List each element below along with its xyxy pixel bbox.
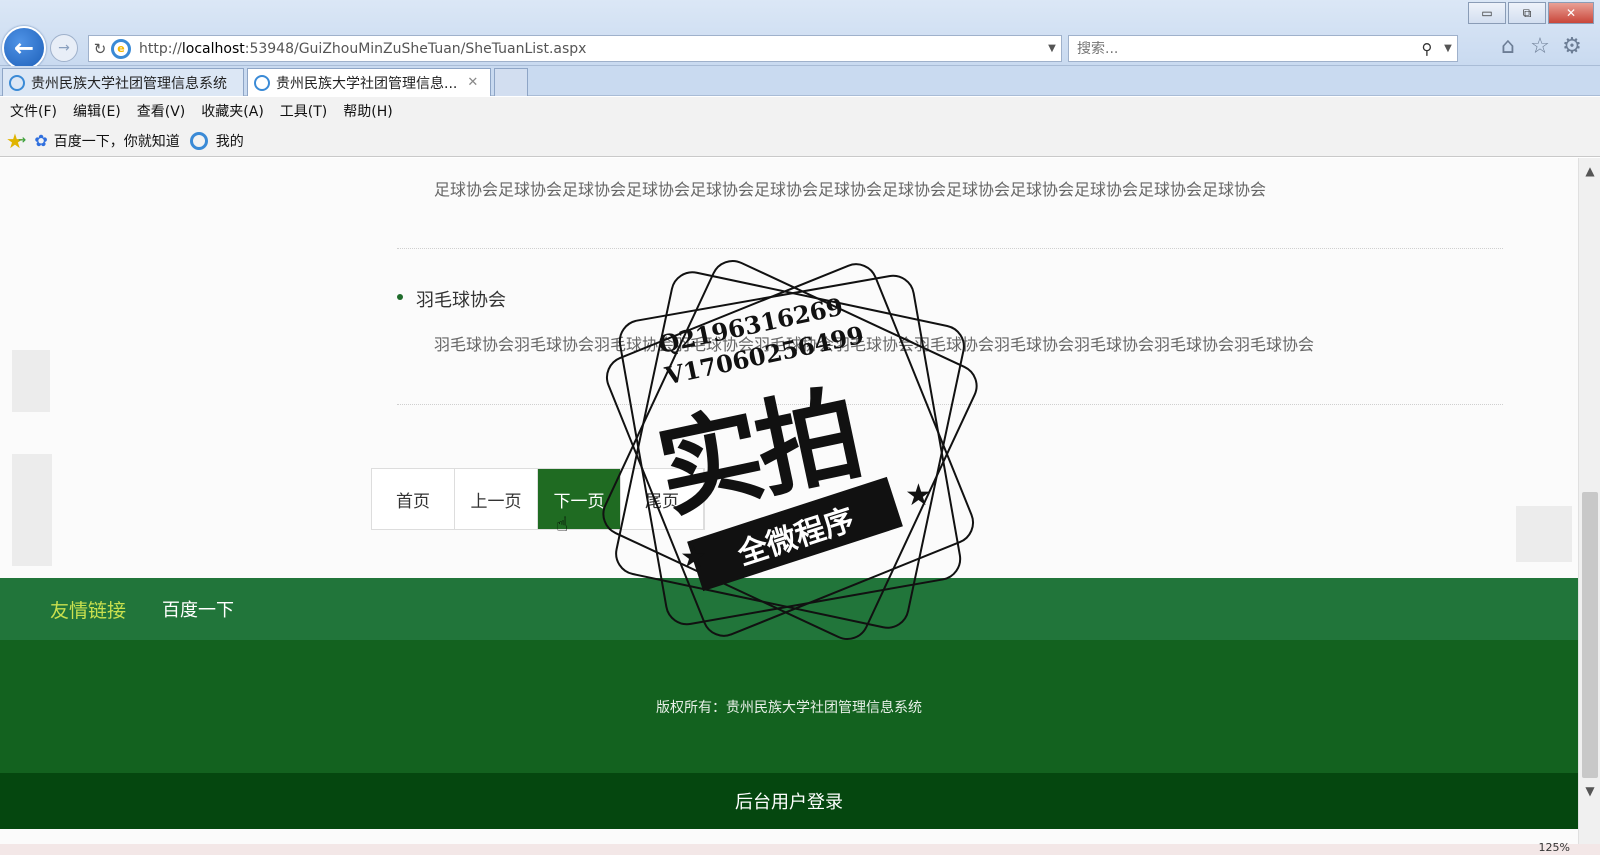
pager-last-button[interactable]: 尾页 <box>621 469 704 529</box>
restore-button[interactable]: ⧉ <box>1508 2 1546 24</box>
address-dropdown-icon[interactable]: ▼ <box>1043 43 1061 54</box>
copyright-text: 版权所有：贵州民族大学社团管理信息系统 <box>656 699 922 716</box>
forward-button[interactable]: → <box>50 34 78 62</box>
menu-tools[interactable]: 工具(T) <box>280 101 327 121</box>
add-favorite-icon[interactable]: ➜ <box>18 135 26 146</box>
favorites-bar: ★ ➜ ✿ 百度一下，你就知道 我的 <box>0 125 1600 157</box>
home-icon[interactable]: ⌂ <box>1492 34 1524 59</box>
menu-view[interactable]: 查看(V) <box>137 101 186 121</box>
arrow-right-icon: → <box>58 40 70 56</box>
browser-titlebar: ▭ ⧉ ✕ ← → ↻ e http://localhost:53948/Gui… <box>0 0 1600 70</box>
back-button[interactable]: ← <box>2 26 46 70</box>
football-description: 足球协会足球协会足球协会足球协会足球协会足球协会足球协会足球协会足球协会足球协会… <box>434 180 1267 199</box>
vertical-scrollbar[interactable]: ▲ ▼ <box>1578 158 1600 844</box>
friend-links-title: 友情链接 <box>50 599 127 622</box>
search-icon[interactable]: ⚲ <box>1415 40 1439 58</box>
menu-edit[interactable]: 编辑(E) <box>73 101 121 121</box>
close-tab-icon[interactable]: ✕ <box>467 75 478 90</box>
tab-2[interactable]: 贵州民族大学社团管理信息... ✕ <box>247 68 491 96</box>
menu-favorites[interactable]: 收藏夹(A) <box>201 101 264 121</box>
club-title-badminton[interactable]: 羽毛球协会 <box>416 286 506 312</box>
favorite-link-baidu[interactable]: 百度一下，你就知道 <box>54 131 180 151</box>
tab-label: 贵州民族大学社团管理信息... <box>276 75 458 92</box>
favorite-link-mine[interactable]: 我的 <box>216 131 244 151</box>
minimize-button[interactable]: ▭ <box>1468 2 1506 24</box>
close-window-button[interactable]: ✕ <box>1548 2 1594 24</box>
scroll-up-icon[interactable]: ▲ <box>1579 164 1600 184</box>
address-url[interactable]: http://localhost:53948/GuiZhouMinZuSheTu… <box>139 41 1043 57</box>
arrow-left-icon: ← <box>13 34 35 62</box>
refresh-icon[interactable]: ↻ <box>89 40 111 58</box>
divider <box>397 248 1503 249</box>
admin-login-bar: 后台用户登录 <box>0 773 1578 829</box>
ie-icon <box>9 74 25 91</box>
menu-help[interactable]: 帮助(H) <box>343 101 392 121</box>
friend-links-bar: 友情链接 百度一下 <box>0 578 1578 640</box>
ie-icon <box>254 74 270 91</box>
pager-next-button[interactable]: 下一页 <box>538 469 621 529</box>
menu-bar: 文件(F) 编辑(E) 查看(V) 收藏夹(A) 工具(T) 帮助(H) <box>0 97 1600 125</box>
address-bar[interactable]: ↻ e http://localhost:53948/GuiZhouMinZuS… <box>88 35 1062 62</box>
tab-1[interactable]: 贵州民族大学社团管理信息系统 <box>2 68 244 96</box>
tab-strip: 贵州民族大学社团管理信息系统 贵州民族大学社团管理信息... ✕ <box>0 66 1600 96</box>
search-dropdown-icon[interactable]: ▼ <box>1439 43 1457 54</box>
pager-first-button[interactable]: 首页 <box>372 469 455 529</box>
ie-icon <box>189 131 208 150</box>
pagination: 首页 上一页 下一页 尾页 <box>371 468 705 530</box>
baidu-paw-icon: ✿ <box>34 131 48 150</box>
search-input[interactable] <box>1077 40 1415 57</box>
list-bullet <box>397 294 403 300</box>
hand-cursor-icon: ☝ <box>556 512 569 536</box>
menu-file[interactable]: 文件(F) <box>10 101 57 121</box>
scrollbar-thumb[interactable] <box>1582 492 1598 778</box>
scroll-down-icon[interactable]: ▼ <box>1579 784 1600 804</box>
favorites-star-icon[interactable]: ☆ <box>1524 34 1556 59</box>
friend-link-baidu[interactable]: 百度一下 <box>162 596 234 622</box>
admin-login-link[interactable]: 后台用户登录 <box>735 788 843 814</box>
badminton-description: 羽毛球协会羽毛球协会羽毛球协会羽毛球协会羽毛球协会羽毛球协会羽毛球协会羽毛球协会… <box>434 335 1315 354</box>
status-bar: 125% <box>0 841 1600 855</box>
gear-icon[interactable]: ⚙ <box>1556 34 1588 59</box>
blurred-artifact <box>12 350 50 412</box>
copyright-footer: 版权所有：贵州民族大学社团管理信息系统 <box>0 640 1578 773</box>
tab-label: 贵州民族大学社团管理信息系统 <box>31 75 227 92</box>
page-content: 足球协会足球协会足球协会足球协会足球协会足球协会足球协会足球协会足球协会足球协会… <box>0 158 1578 844</box>
blurred-artifact <box>12 454 52 566</box>
blurred-artifact <box>1516 506 1572 562</box>
zoom-level[interactable]: 125% <box>1539 841 1570 854</box>
new-tab-button[interactable] <box>494 68 528 96</box>
toolbar-icons: ⌂ ☆ ⚙ <box>1492 34 1588 59</box>
window-controls: ▭ ⧉ ✕ <box>1466 2 1594 24</box>
ie-icon: e <box>111 38 131 59</box>
search-box[interactable]: ⚲ ▼ <box>1068 35 1458 62</box>
pager-prev-button[interactable]: 上一页 <box>455 469 538 529</box>
divider <box>397 404 1503 405</box>
